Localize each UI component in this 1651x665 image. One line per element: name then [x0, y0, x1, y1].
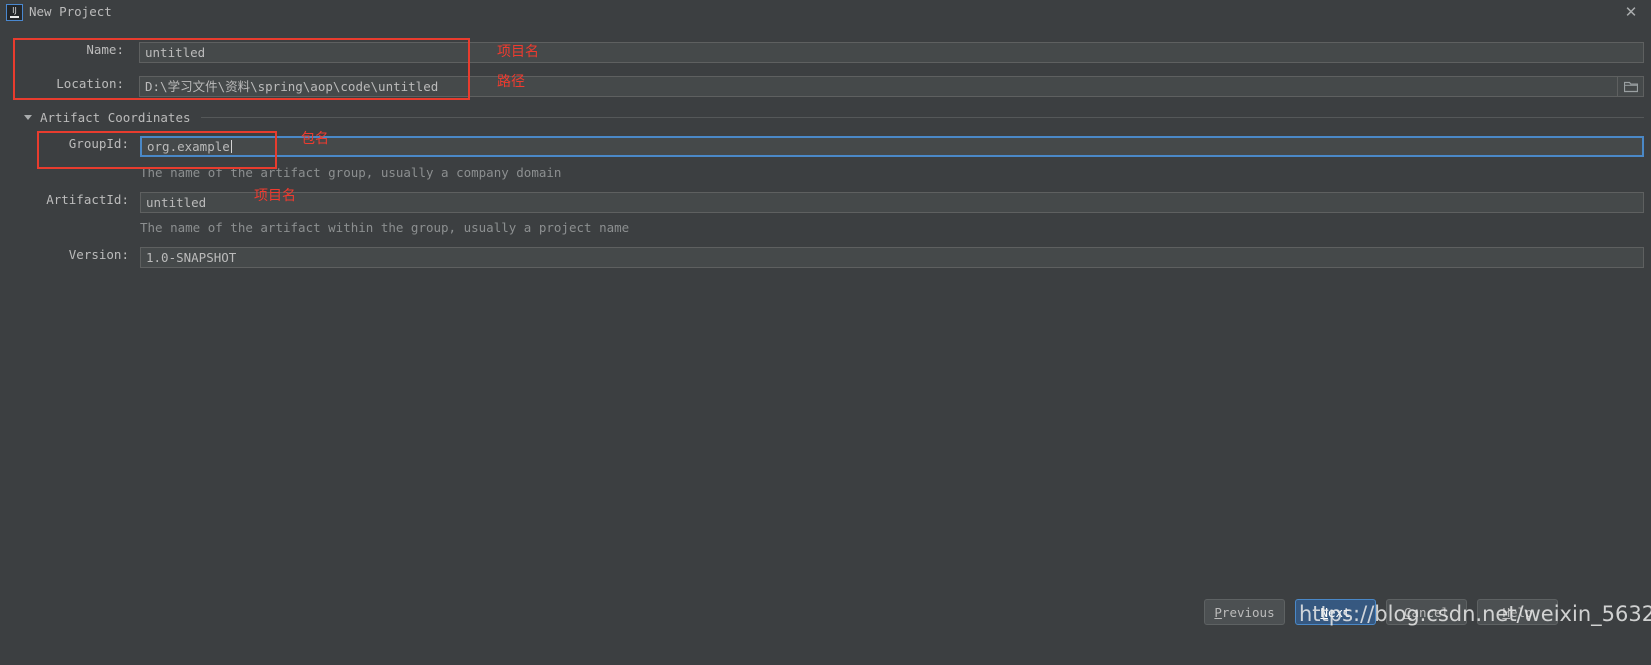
artifact-coordinates-title: Artifact Coordinates [40, 110, 191, 125]
intellij-idea-icon: IJ [6, 4, 23, 21]
location-input[interactable]: D:\学习文件\资料\spring\aop\code\untitled [139, 76, 1618, 97]
artifactid-input[interactable]: untitled [140, 192, 1644, 213]
next-mnemonic: N [1320, 604, 1328, 620]
next-rest: ext [1327, 604, 1351, 620]
cancel-rest: ancel [1411, 604, 1450, 620]
groupid-label: GroupId: [68, 136, 129, 151]
text-caret [230, 140, 232, 153]
previous-button-label: Previous [1214, 605, 1274, 620]
cancel-button[interactable]: Cancel [1386, 599, 1467, 625]
chevron-down-icon[interactable] [24, 115, 32, 120]
title-bar: IJ New Project ✕ [0, 0, 1651, 24]
artifactid-field-row: ArtifactId: untitled [24, 192, 1644, 213]
name-input[interactable]: untitled [139, 42, 1644, 63]
groupid-field-row: GroupId: org.example [24, 136, 1644, 157]
location-label: Location: [56, 76, 124, 91]
name-label: Name: [86, 42, 124, 57]
previous-button[interactable]: Previous [1204, 599, 1285, 625]
artifactid-hint: The name of the artifact within the grou… [140, 220, 630, 235]
groupid-hint: The name of the artifact group, usually … [140, 165, 562, 180]
help-mnemonic: H [1502, 604, 1510, 620]
version-input[interactable]: 1.0-SNAPSHOT [140, 247, 1644, 268]
previous-rest: revious [1221, 604, 1275, 620]
help-button-label: Help [1502, 605, 1532, 620]
location-field-row: Location: D:\学习文件\资料\spring\aop\code\unt… [24, 76, 1644, 97]
intellij-idea-icon-letters: IJ [12, 6, 17, 15]
new-project-dialog: IJ New Project ✕ Name: untitled Location… [0, 0, 1651, 665]
window-title: New Project [29, 4, 112, 19]
location-input-value: D:\学习文件\资料\spring\aop\code\untitled [145, 79, 439, 94]
close-icon[interactable]: ✕ [1621, 2, 1641, 22]
section-divider [200, 117, 1644, 118]
groupid-input-value: org.example [147, 139, 230, 154]
version-input-value: 1.0-SNAPSHOT [146, 250, 237, 265]
cancel-button-label: Cancel [1404, 605, 1449, 620]
name-field-row: Name: untitled [24, 42, 1644, 63]
artifact-coordinates-section-header[interactable]: Artifact Coordinates [24, 110, 1644, 125]
artifactid-input-value: untitled [146, 195, 207, 210]
groupid-input[interactable]: org.example [140, 136, 1644, 157]
folder-icon-svg [1623, 81, 1638, 92]
previous-mnemonic: P [1214, 604, 1222, 620]
help-button[interactable]: Help [1477, 599, 1558, 625]
version-label: Version: [68, 247, 129, 262]
intellij-idea-icon-bar [10, 16, 19, 18]
artifactid-label: ArtifactId: [46, 192, 129, 207]
next-button-label: Next [1320, 605, 1350, 620]
name-input-value: untitled [145, 45, 206, 60]
help-rest: elp [1509, 604, 1533, 620]
next-button[interactable]: Next [1295, 599, 1376, 625]
folder-icon[interactable] [1618, 76, 1644, 97]
version-field-row: Version: 1.0-SNAPSHOT [24, 247, 1644, 268]
